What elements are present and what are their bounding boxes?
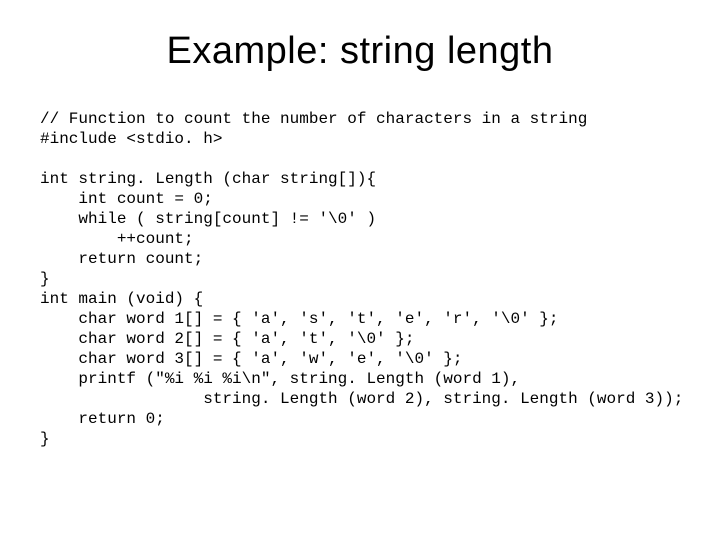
slide-title: Example: string length <box>40 30 680 73</box>
slide: Example: string length // Function to co… <box>0 0 720 540</box>
code-block: // Function to count the number of chara… <box>40 109 680 449</box>
